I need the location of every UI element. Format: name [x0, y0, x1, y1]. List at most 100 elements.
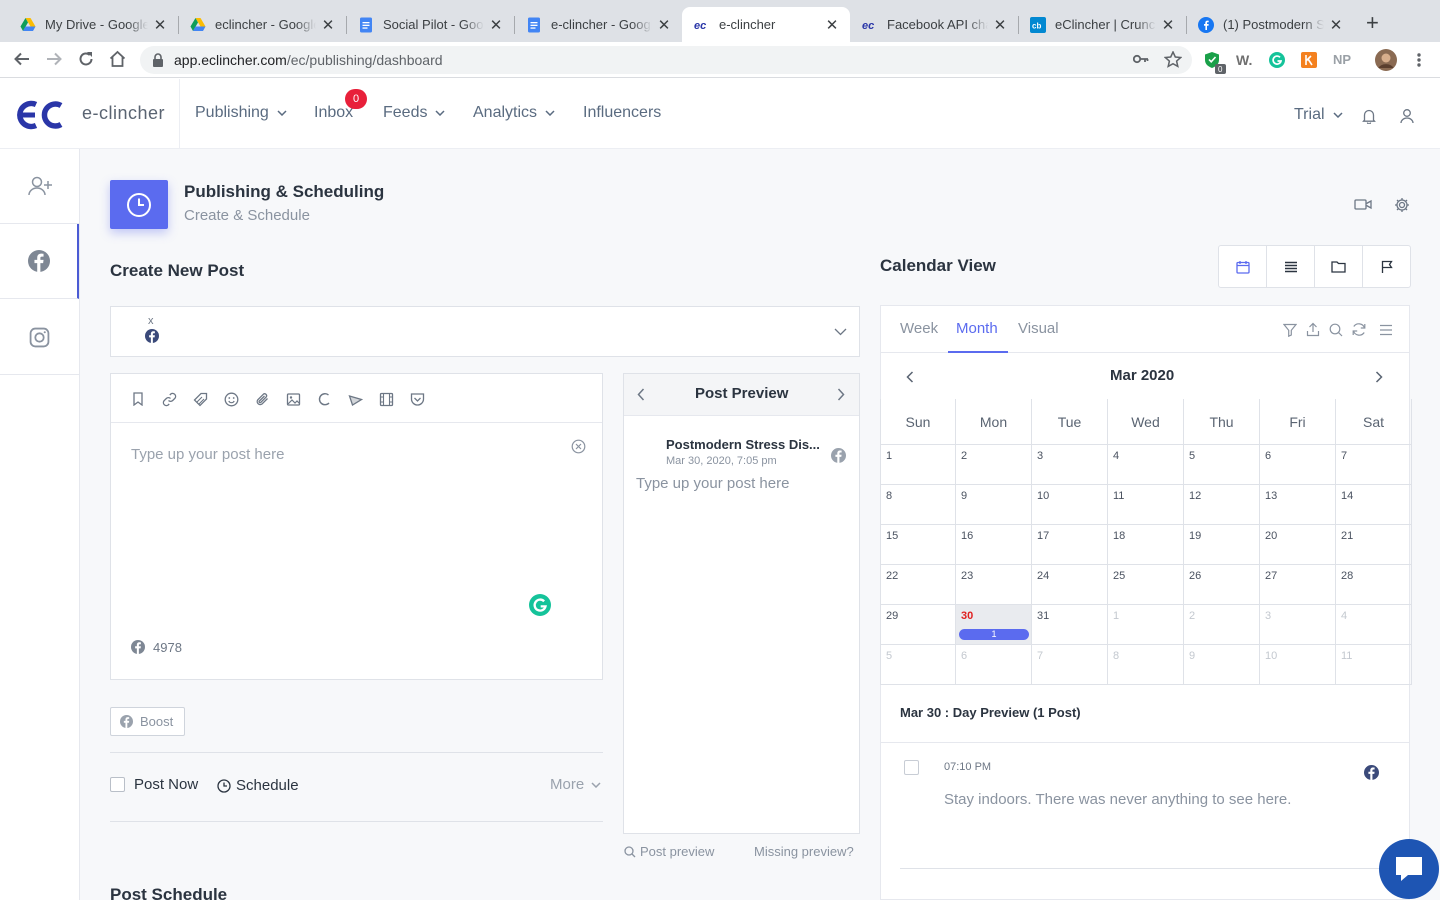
browser-tab[interactable]: ec Facebook API changes ✕ — [850, 7, 1018, 42]
forward-icon[interactable] — [45, 50, 63, 68]
sidebar-item-facebook[interactable] — [0, 224, 79, 299]
profile-avatar[interactable] — [1375, 49, 1397, 71]
calendar-day-cell[interactable]: 12 — [1184, 485, 1260, 525]
calendar-day-cell[interactable]: 31 — [1032, 605, 1108, 645]
more-dropdown[interactable]: More — [550, 776, 601, 793]
video-icon[interactable] — [1354, 198, 1372, 211]
tab-close-icon[interactable]: ✕ — [488, 17, 504, 34]
browser-tab-active[interactable]: ec e-clincher ✕ — [682, 7, 850, 42]
bell-icon[interactable] — [1362, 108, 1376, 124]
browser-tab[interactable]: cb eClincher | Crunchbase ✕ — [1018, 7, 1186, 42]
emoji-icon[interactable] — [224, 392, 239, 407]
orange-ext-icon[interactable] — [1301, 52, 1317, 68]
grammarly-ext-icon[interactable] — [1269, 52, 1285, 68]
key-icon[interactable] — [1133, 52, 1149, 66]
sidebar-item-instagram[interactable] — [0, 300, 79, 375]
bookmark-icon[interactable] — [132, 392, 144, 406]
browser-tab[interactable]: Social Pilot - Google Docs ✕ — [346, 7, 514, 42]
browser-menu-icon[interactable] — [1412, 52, 1426, 68]
flag-view-button[interactable] — [1363, 246, 1410, 287]
browser-tab[interactable]: (1) Postmodern Stress Disorder ✕ — [1186, 7, 1354, 42]
tab-close-icon[interactable]: ✕ — [824, 17, 840, 34]
grammarly-icon[interactable] — [529, 594, 551, 616]
calendar-event-pill[interactable]: 1 — [959, 629, 1029, 640]
calendar-day-cell[interactable]: 10 — [1032, 485, 1108, 525]
canva-icon[interactable] — [317, 392, 332, 407]
menu-icon[interactable] — [1379, 324, 1393, 336]
remove-profile-icon[interactable]: x — [148, 315, 154, 327]
post-text-input[interactable]: Type up your post here — [131, 446, 284, 463]
chevron-left-icon[interactable] — [906, 371, 914, 383]
nav-publishing[interactable]: Publishing — [195, 104, 287, 122]
tab-close-icon[interactable]: ✕ — [1328, 17, 1344, 34]
eclincher-logo[interactable] — [14, 99, 64, 131]
nav-influencers[interactable]: Influencers — [583, 104, 661, 122]
browser-tab[interactable]: e-clincher - Google Docs ✕ — [514, 7, 682, 42]
list-view-button[interactable] — [1267, 246, 1315, 287]
calendar-view-button[interactable] — [1219, 246, 1267, 287]
chevron-left-icon[interactable] — [637, 388, 645, 401]
trial-dropdown[interactable]: Trial — [1294, 106, 1343, 124]
reload-icon[interactable] — [77, 50, 95, 68]
back-icon[interactable] — [13, 50, 31, 68]
tag-icon[interactable] — [193, 392, 208, 407]
calendar-day-cell[interactable]: 25 — [1108, 565, 1184, 605]
profile-selector[interactable] — [110, 306, 860, 357]
nav-analytics[interactable]: Analytics — [473, 104, 555, 122]
refresh-icon[interactable] — [1351, 322, 1367, 337]
chevron-down-icon[interactable] — [834, 328, 847, 336]
star-icon[interactable] — [1164, 51, 1182, 68]
sidebar-item-add-profile[interactable] — [0, 149, 79, 224]
tab-week[interactable]: Week — [900, 320, 938, 337]
flag-icon[interactable] — [348, 392, 363, 407]
calendar-day-cell[interactable]: 9 — [1184, 645, 1260, 685]
calendar-day-cell[interactable]: 2 — [956, 445, 1032, 485]
calendar-day-cell[interactable]: 14 — [1336, 485, 1412, 525]
missing-preview-link[interactable]: Missing preview? — [754, 844, 854, 859]
calendar-day-cell[interactable]: 22 — [880, 565, 956, 605]
schedule-option[interactable]: Schedule — [217, 777, 299, 794]
boost-button[interactable]: Boost — [110, 707, 185, 736]
calendar-day-cell[interactable]: 4 — [1336, 605, 1412, 645]
tab-close-icon[interactable]: ✕ — [656, 17, 672, 34]
browser-tab[interactable]: eclincher - Google Drive ✕ — [178, 7, 346, 42]
export-icon[interactable] — [1306, 322, 1320, 337]
link-icon[interactable] — [162, 392, 177, 407]
attachment-icon[interactable] — [255, 392, 270, 407]
calendar-day-cell[interactable]: 7 — [1336, 445, 1412, 485]
home-icon[interactable] — [108, 50, 127, 68]
shield-ext-icon[interactable]: 0 — [1204, 51, 1228, 75]
address-bar[interactable]: app.eclincher.com/ec/publishing/dashboar… — [140, 46, 1192, 74]
tab-close-icon[interactable]: ✕ — [1160, 17, 1176, 34]
tab-close-icon[interactable]: ✕ — [992, 17, 1008, 34]
calendar-day-cell[interactable]: 23 — [956, 565, 1032, 605]
calendar-day-cell[interactable]: 2 — [1184, 605, 1260, 645]
calendar-day-cell[interactable]: 26 — [1184, 565, 1260, 605]
calendar-day-cell[interactable]: 1 — [1108, 605, 1184, 645]
gear-icon[interactable] — [1394, 197, 1410, 213]
tab-close-icon[interactable]: ✕ — [152, 17, 168, 34]
post-preview-link[interactable]: Post preview — [624, 844, 714, 859]
calendar-day-cell[interactable]: 3 — [1032, 445, 1108, 485]
tab-close-icon[interactable]: ✕ — [320, 17, 336, 34]
calendar-day-cell[interactable]: 9 — [956, 485, 1032, 525]
calendar-day-cell[interactable]: 21 — [1336, 525, 1412, 565]
calendar-day-cell[interactable]: 8 — [1108, 645, 1184, 685]
post-now-checkbox[interactable] — [110, 777, 125, 792]
calendar-day-cell[interactable]: 11 — [1336, 645, 1412, 685]
nav-inbox[interactable]: Inbox — [314, 104, 353, 122]
pocket-icon[interactable] — [410, 392, 425, 407]
image-icon[interactable] — [286, 392, 301, 407]
calendar-day-cell[interactable]: 7 — [1032, 645, 1108, 685]
search-icon[interactable] — [1329, 323, 1343, 337]
calendar-day-cell[interactable]: 27 — [1260, 565, 1336, 605]
calendar-day-cell[interactable]: 6 — [1260, 445, 1336, 485]
clear-icon[interactable] — [571, 439, 586, 454]
calendar-day-cell[interactable]: 18 — [1108, 525, 1184, 565]
calendar-day-cell[interactable]: 15 — [880, 525, 956, 565]
chevron-right-icon[interactable] — [1375, 371, 1383, 383]
calendar-day-cell[interactable]: 16 — [956, 525, 1032, 565]
tab-month[interactable]: Month — [956, 320, 998, 337]
calendar-day-cell[interactable]: 6 — [956, 645, 1032, 685]
folder-view-button[interactable] — [1315, 246, 1363, 287]
